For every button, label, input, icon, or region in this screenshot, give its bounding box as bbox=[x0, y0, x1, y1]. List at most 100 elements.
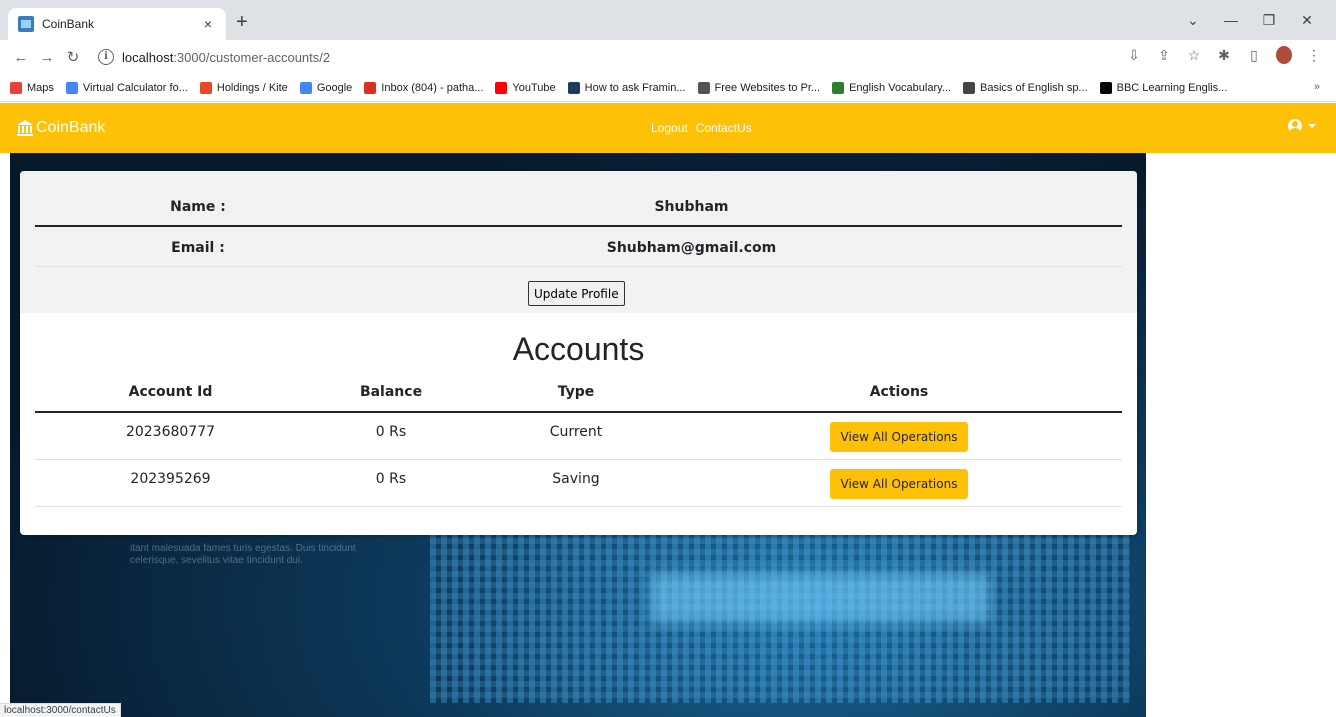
divider bbox=[35, 266, 1122, 267]
framing-icon bbox=[567, 81, 580, 94]
tab-title: CoinBank bbox=[42, 17, 95, 31]
user-menu-toggle[interactable] bbox=[1288, 119, 1316, 133]
email-label: Email : bbox=[171, 240, 225, 256]
balance-cell: 0 Rs bbox=[375, 471, 407, 487]
bookmark-label: Free Websites to Pr... bbox=[714, 81, 821, 94]
header-divider bbox=[35, 411, 1122, 413]
name-label: Name : bbox=[170, 199, 226, 215]
bookmark-label: English Vocabulary... bbox=[849, 81, 951, 94]
bookmark-label: Holdings / Kite bbox=[216, 81, 288, 94]
table-row: 202395269 0 Rs Saving View All Operation… bbox=[35, 461, 1122, 507]
header-account-id: Account Id bbox=[128, 384, 213, 400]
minimize-icon[interactable]: — bbox=[1212, 8, 1250, 32]
email-value: Shubham@gmail.com bbox=[606, 240, 777, 256]
background-text: itant malesuada fames turis egestas. Dui… bbox=[130, 543, 356, 566]
close-window-icon[interactable]: ✕ bbox=[1288, 8, 1326, 32]
bank-icon bbox=[17, 120, 33, 136]
type-cell: Saving bbox=[552, 471, 600, 487]
toolbar-actions: ⇩ ⇪ ☆ ✱ ▯ ⋮ bbox=[1126, 46, 1322, 64]
bookmark-item[interactable]: Inbox (804) - patha... bbox=[364, 81, 483, 94]
coinbank-favicon-icon bbox=[18, 16, 34, 32]
view-all-operations-button[interactable]: View All Operations bbox=[829, 469, 969, 499]
actions-cell: View All Operations bbox=[676, 414, 1122, 452]
actions-cell: View All Operations bbox=[676, 461, 1122, 499]
side-panel-icon[interactable]: ▯ bbox=[1246, 47, 1262, 64]
customer-card: Name : Shubham Email : Shubham@gmail.com… bbox=[20, 171, 1137, 535]
bookmark-item[interactable]: Maps bbox=[10, 81, 54, 94]
reload-icon[interactable]: ↻ bbox=[60, 48, 86, 66]
header-type: Type bbox=[557, 384, 595, 400]
browser-toolbar: ← → ↻ i localhost:3000/customer-accounts… bbox=[0, 40, 1336, 74]
email-row: Email : Shubham@gmail.com bbox=[35, 237, 1122, 259]
extensions-icon[interactable]: ✱ bbox=[1216, 47, 1232, 64]
browser-tabstrip: CoinBank × + ⌄ — ❐ ✕ bbox=[0, 0, 1336, 40]
bookmark-label: Basics of English sp... bbox=[980, 81, 1088, 94]
header-actions: Actions bbox=[869, 384, 929, 400]
bookmark-item[interactable]: How to ask Framin... bbox=[567, 81, 686, 94]
maximize-icon[interactable]: ❐ bbox=[1250, 8, 1288, 32]
bookmark-item[interactable]: Virtual Calculator fo... bbox=[65, 81, 188, 94]
vocab-icon bbox=[832, 81, 845, 94]
nav-links: Logout ContactUs bbox=[651, 121, 752, 135]
url-host: localhost bbox=[122, 49, 174, 65]
bookmark-item[interactable]: BBC Learning Englis... bbox=[1099, 81, 1228, 94]
bookmark-item[interactable]: Free Websites to Pr... bbox=[697, 81, 821, 94]
divider bbox=[35, 225, 1122, 227]
accounts-table-header: Account Id Balance Type Actions bbox=[35, 384, 1122, 412]
contactus-link[interactable]: ContactUs bbox=[696, 121, 752, 135]
url-path: :3000/customer-accounts/2 bbox=[173, 49, 331, 65]
bookmark-item[interactable]: English Vocabulary... bbox=[832, 81, 951, 94]
update-profile-button[interactable]: Update Profile bbox=[528, 281, 625, 306]
window-controls: ⌄ — ❐ ✕ bbox=[1174, 8, 1326, 32]
type-cell: Current bbox=[549, 424, 603, 440]
user-circle-icon bbox=[1288, 119, 1302, 133]
bbc-icon bbox=[1099, 81, 1112, 94]
tab-search-icon[interactable]: ⌄ bbox=[1174, 8, 1212, 32]
bookmark-label: YouTube bbox=[512, 81, 556, 94]
caret-down-icon bbox=[1308, 124, 1316, 128]
browser-tab[interactable]: CoinBank × bbox=[8, 8, 226, 40]
globe-icon bbox=[963, 81, 975, 94]
address-bar[interactable]: i localhost:3000/customer-accounts/2 bbox=[98, 45, 1108, 69]
account-id-cell: 2023680777 bbox=[125, 424, 216, 440]
brand-link[interactable]: CoinBank bbox=[16, 119, 105, 137]
profile-avatar[interactable] bbox=[1276, 46, 1292, 64]
brand-name: CoinBank bbox=[36, 119, 106, 136]
forward-icon[interactable]: → bbox=[34, 49, 60, 66]
new-tab-icon[interactable]: + bbox=[236, 12, 248, 32]
bookmark-item[interactable]: Google bbox=[299, 81, 353, 94]
bookmark-star-icon[interactable]: ☆ bbox=[1186, 47, 1202, 64]
share-icon[interactable]: ⇪ bbox=[1156, 47, 1172, 64]
close-tab-icon[interactable]: × bbox=[200, 16, 216, 32]
bookmark-label: BBC Learning Englis... bbox=[1116, 81, 1228, 94]
gmail-icon bbox=[364, 81, 377, 94]
youtube-icon bbox=[495, 81, 508, 94]
accounts-heading: Accounts bbox=[512, 331, 645, 367]
name-value: Shubham bbox=[654, 199, 729, 215]
header-balance: Balance bbox=[359, 384, 423, 400]
calculator-icon bbox=[65, 81, 78, 94]
install-icon[interactable]: ⇩ bbox=[1126, 47, 1142, 64]
balance-cell: 0 Rs bbox=[375, 424, 407, 440]
bookmark-label: How to ask Framin... bbox=[584, 81, 686, 94]
web-icon bbox=[697, 81, 710, 94]
back-icon[interactable]: ← bbox=[8, 49, 34, 66]
site-info-icon[interactable]: i bbox=[98, 49, 114, 65]
account-id-cell: 202395269 bbox=[130, 471, 211, 487]
bookmarks-overflow-icon[interactable]: » bbox=[1314, 81, 1320, 93]
menu-icon[interactable]: ⋮ bbox=[1306, 47, 1322, 64]
profile-section: Name : Shubham Email : Shubham@gmail.com… bbox=[20, 171, 1137, 313]
logout-link[interactable]: Logout bbox=[651, 121, 688, 135]
bookmark-label: Maps bbox=[27, 81, 54, 94]
background-glow bbox=[650, 573, 990, 623]
kite-icon bbox=[199, 81, 212, 94]
view-all-operations-button[interactable]: View All Operations bbox=[829, 422, 969, 452]
app-navbar: CoinBank Logout ContactUs bbox=[0, 103, 1336, 153]
bookmark-item[interactable]: Basics of English sp... bbox=[963, 81, 1088, 94]
bookmark-item[interactable]: YouTube bbox=[495, 81, 556, 94]
google-icon bbox=[299, 81, 312, 94]
bookmark-item[interactable]: Holdings / Kite bbox=[199, 81, 288, 94]
bookmark-label: Google bbox=[316, 81, 353, 94]
status-bar-url: localhost:3000/contactUs bbox=[0, 703, 121, 717]
table-row: 2023680777 0 Rs Current View All Operati… bbox=[35, 414, 1122, 460]
